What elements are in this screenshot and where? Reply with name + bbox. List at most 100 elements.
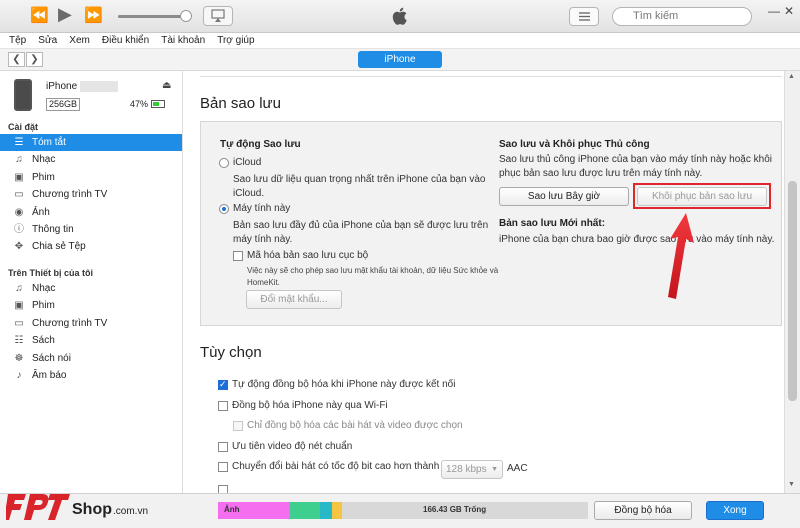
shop-logo-text: Shop xyxy=(72,501,112,518)
sidebar-settings-item-1[interactable]: ♫ Nhạc xyxy=(0,151,182,168)
play-icon[interactable]: ▶ xyxy=(58,5,72,23)
toolbar: ⏪ ▶ ⏩ ☌ Tìm kiếm — ✕ xyxy=(0,0,800,33)
sidebar-device-item-1[interactable]: ▣ Phim xyxy=(0,297,182,314)
sidebar-item-label: Sách xyxy=(32,335,55,347)
this-computer-radio[interactable] xyxy=(219,204,229,214)
option-checkbox-3[interactable] xyxy=(218,441,228,452)
device-tab[interactable]: iPhone xyxy=(358,51,442,68)
book-icon: ☷ xyxy=(14,335,24,347)
menu-view[interactable]: Xem xyxy=(69,33,90,48)
sidebar-item-label: Sách nói xyxy=(32,352,71,364)
manual-desc-2: phục bản sao lưu được lưu trên máy tính … xyxy=(499,168,703,179)
rewind-icon[interactable]: ⏪ xyxy=(30,7,49,25)
menu-account[interactable]: Tài khoản xyxy=(161,33,205,48)
sidebar-device-item-2[interactable]: ▭ Chương trình TV xyxy=(0,315,182,332)
bitrate-unit: AAC xyxy=(507,463,528,474)
computer-desc-2: máy tính này. xyxy=(233,234,293,245)
shop-domain-text: .com.vn xyxy=(113,506,148,517)
option-checkbox-4[interactable] xyxy=(218,462,228,472)
storage-apps-segment xyxy=(290,502,320,519)
film-icon: ▣ xyxy=(14,300,24,312)
option-checkbox-2[interactable] xyxy=(233,421,243,431)
option-checkbox-0[interactable] xyxy=(218,379,228,390)
sidebar-item-label: Phim xyxy=(32,300,55,312)
battery-percent: 47% xyxy=(130,99,149,109)
close-icon[interactable]: ✕ xyxy=(784,4,794,18)
icloud-label[interactable]: iCloud xyxy=(233,156,261,170)
encrypt-desc-2: HomeKit. xyxy=(247,278,280,287)
chevron-down-icon: ▼ xyxy=(491,466,498,473)
option-label-4[interactable]: Chuyển đổi bài hát có tốc độ bit cao hơn… xyxy=(232,460,439,474)
fast-forward-icon[interactable]: ⏩ xyxy=(84,7,103,25)
chevron-right-icon: ❯ xyxy=(30,54,39,65)
airplay-icon xyxy=(211,9,225,22)
music-note-icon: ♫ xyxy=(15,154,23,166)
menu-help[interactable]: Trợ giúp xyxy=(217,33,254,48)
sidebar-settings-item-4[interactable]: ◉ Ảnh xyxy=(0,204,182,221)
sidebar-item-label: Chia sẻ Tệp xyxy=(32,241,86,253)
chevron-left-icon: ❮ xyxy=(12,54,21,65)
scroll-up-icon[interactable]: ▲ xyxy=(788,73,795,80)
red-arrow-annotation xyxy=(668,213,694,299)
done-button[interactable]: Xong xyxy=(706,501,764,520)
option-checkbox-1[interactable] xyxy=(218,400,228,411)
manual-desc-1: Sao lưu thủ công iPhone của bạn vào máy … xyxy=(499,154,772,165)
vertical-scrollbar[interactable]: ▲ ▼ xyxy=(784,71,800,493)
scroll-down-icon[interactable]: ▼ xyxy=(788,481,795,488)
eject-icon[interactable]: ⏏ xyxy=(162,80,171,91)
auto-backup-heading: Tự động Sao lưu xyxy=(220,139,301,150)
airplay-button[interactable] xyxy=(203,6,233,26)
settings-heading: Cài đặt xyxy=(8,122,39,132)
sidebar-settings-item-5[interactable]: ⓘ Thông tin xyxy=(0,221,182,238)
storage-other-segment xyxy=(320,502,332,519)
sidebar-device-item-0[interactable]: ♫ Nhạc xyxy=(0,280,182,297)
computer-desc-1: Bản sao lưu đầy đủ của iPhone của bạn sẽ… xyxy=(233,220,489,231)
change-password-button[interactable]: Đổi mật khẩu... xyxy=(246,290,342,309)
this-computer-label[interactable]: Máy tính này xyxy=(233,202,290,216)
tv-icon: ▭ xyxy=(14,317,24,329)
device-name: iPhone xyxy=(46,81,78,92)
backup-title: Bản sao lưu xyxy=(200,95,281,112)
list-view-button[interactable] xyxy=(569,7,599,26)
volume-slider[interactable] xyxy=(118,15,188,18)
storage-photos-label: Ảnh xyxy=(224,505,240,514)
sidebar-item-label: Chương trình TV xyxy=(32,189,108,201)
iphone-icon xyxy=(14,79,32,111)
sidebar-device-item-3[interactable]: ☷ Sách xyxy=(0,332,182,349)
latest-backup-heading: Bản sao lưu Mới nhất: xyxy=(499,218,606,229)
encrypt-label[interactable]: Mã hóa bản sao lưu cục bộ xyxy=(247,249,368,263)
menu-bar: Tệp Sửa Xem Điều khiển Tài khoản Trợ giú… xyxy=(0,33,800,49)
option-label-1[interactable]: Đồng bộ hóa iPhone này qua Wi-Fi xyxy=(232,399,388,413)
menu-edit[interactable]: Sửa xyxy=(38,33,57,48)
encrypt-checkbox[interactable] xyxy=(233,251,243,261)
sidebar-settings-item-0[interactable]: ☰ Tóm tắt xyxy=(0,134,182,151)
sidebar-item-label: Nhạc xyxy=(32,283,56,294)
apps-icon: ✥ xyxy=(14,241,24,253)
option-label-2[interactable]: Chỉ đồng bộ hóa các bài hát và video đượ… xyxy=(247,419,463,433)
restore-highlight-box xyxy=(633,183,771,209)
sidebar-device-item-4[interactable]: ☸ Sách nói xyxy=(0,350,182,367)
icloud-radio[interactable] xyxy=(219,158,229,168)
backup-now-button[interactable]: Sao lưu Bây giờ xyxy=(499,187,629,206)
main-panel: Bản sao lưu Tự động Sao lưu iCloud Sao l… xyxy=(184,71,784,495)
sidebar-settings-item-3[interactable]: ▭ Chương trình TV xyxy=(0,186,182,203)
search-input[interactable]: Tìm kiếm xyxy=(612,7,752,26)
sidebar-settings-item-2[interactable]: ▣ Phim xyxy=(0,169,182,186)
menu-file[interactable]: Tệp xyxy=(9,33,26,48)
volume-knob[interactable] xyxy=(180,10,192,22)
back-button[interactable]: ❮ xyxy=(8,52,25,67)
minimize-icon[interactable]: — xyxy=(768,4,780,18)
option-label-3[interactable]: Ưu tiên video độ nét chuẩn xyxy=(232,440,352,454)
sidebar-item-label: Chương trình TV xyxy=(32,317,108,329)
sidebar-device-item-5[interactable]: ♪ Âm báo xyxy=(0,367,182,384)
forward-button[interactable]: ❯ xyxy=(26,52,43,67)
sync-button[interactable]: Đồng bộ hóa xyxy=(594,501,692,520)
sidebar-settings-item-6[interactable]: ✥ Chia sẻ Tệp xyxy=(0,238,182,255)
scroll-thumb[interactable] xyxy=(788,181,797,401)
bitrate-select[interactable]: 128 kbps ▼ xyxy=(441,460,503,479)
sidebar-item-label: Nhạc xyxy=(32,154,56,166)
menu-controls[interactable]: Điều khiển xyxy=(102,33,149,48)
bell-icon: ♪ xyxy=(16,370,22,381)
option-label-0[interactable]: Tự động đồng bộ hóa khi iPhone này được … xyxy=(232,378,455,392)
options-title: Tùy chọn xyxy=(200,344,262,361)
